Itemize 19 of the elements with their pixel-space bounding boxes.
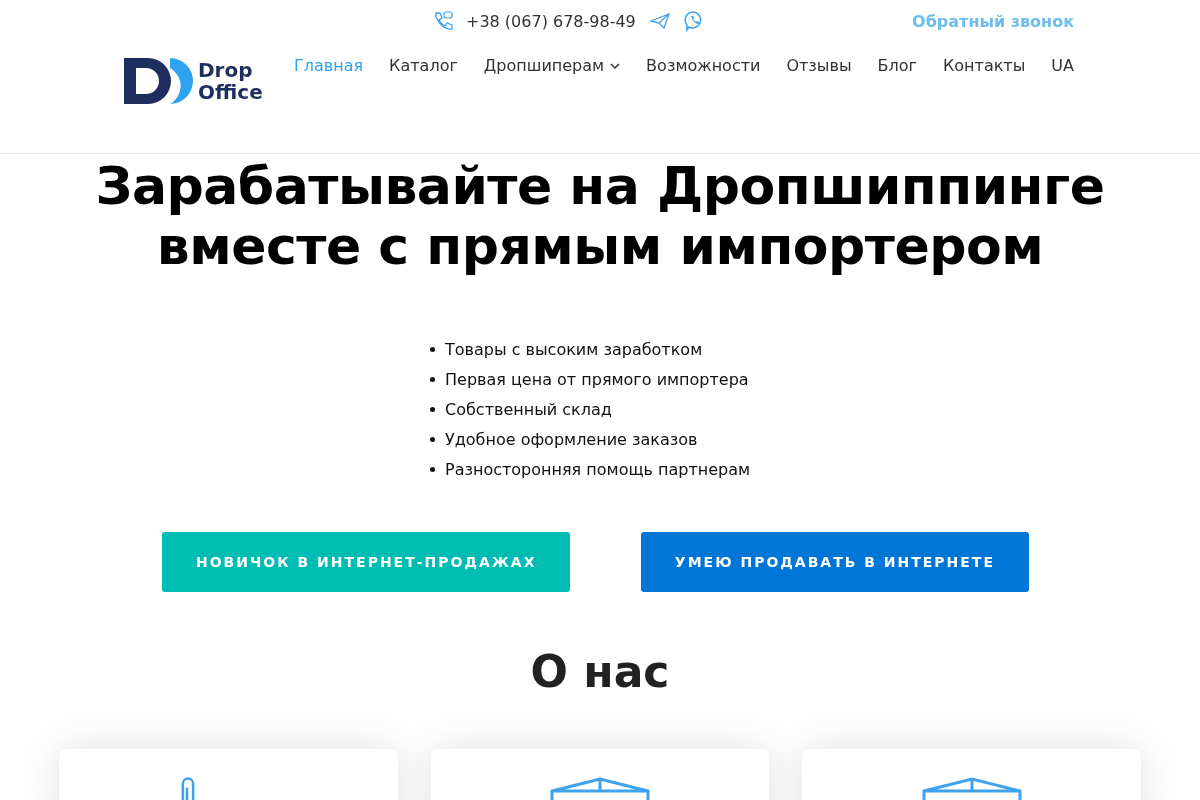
cta-button[interactable]: УМЕЮ ПРОДАВАТЬ В ИНТЕРНЕТЕ (640, 532, 1029, 592)
benefit-text: Товары с высоким заработком (445, 339, 703, 359)
logo-text[interactable]: Office (198, 81, 263, 103)
logo-text[interactable]: Drop (198, 59, 263, 81)
benefit-text: Разносторонняя помощь партнерам (445, 459, 751, 479)
nav-link[interactable]: Блог (877, 42, 917, 89)
nav-link[interactable]: Отзывы (786, 42, 852, 89)
nav-link[interactable]: Возможности (646, 42, 761, 89)
phone-number[interactable]: +38 (067) 678-98-49 (466, 11, 636, 31)
nav-link[interactable]: Дропшиперам (483, 42, 621, 89)
nav-link[interactable]: UA (1051, 42, 1074, 89)
section-heading: О нас (529, 646, 671, 697)
benefit-text: Собственный склад (445, 399, 612, 419)
benefit-text: Первая цена от прямого импортера (445, 369, 749, 389)
hero-title: вместе с прямым импортером (155, 216, 1045, 276)
benefit-text: Удобное оформление заказов (445, 429, 698, 449)
nav-link[interactable]: Каталог (389, 42, 458, 89)
hero-title: Зарабатывайте на Дропшиппинге (94, 156, 1106, 216)
nav-link[interactable]: Контакты (942, 42, 1026, 89)
